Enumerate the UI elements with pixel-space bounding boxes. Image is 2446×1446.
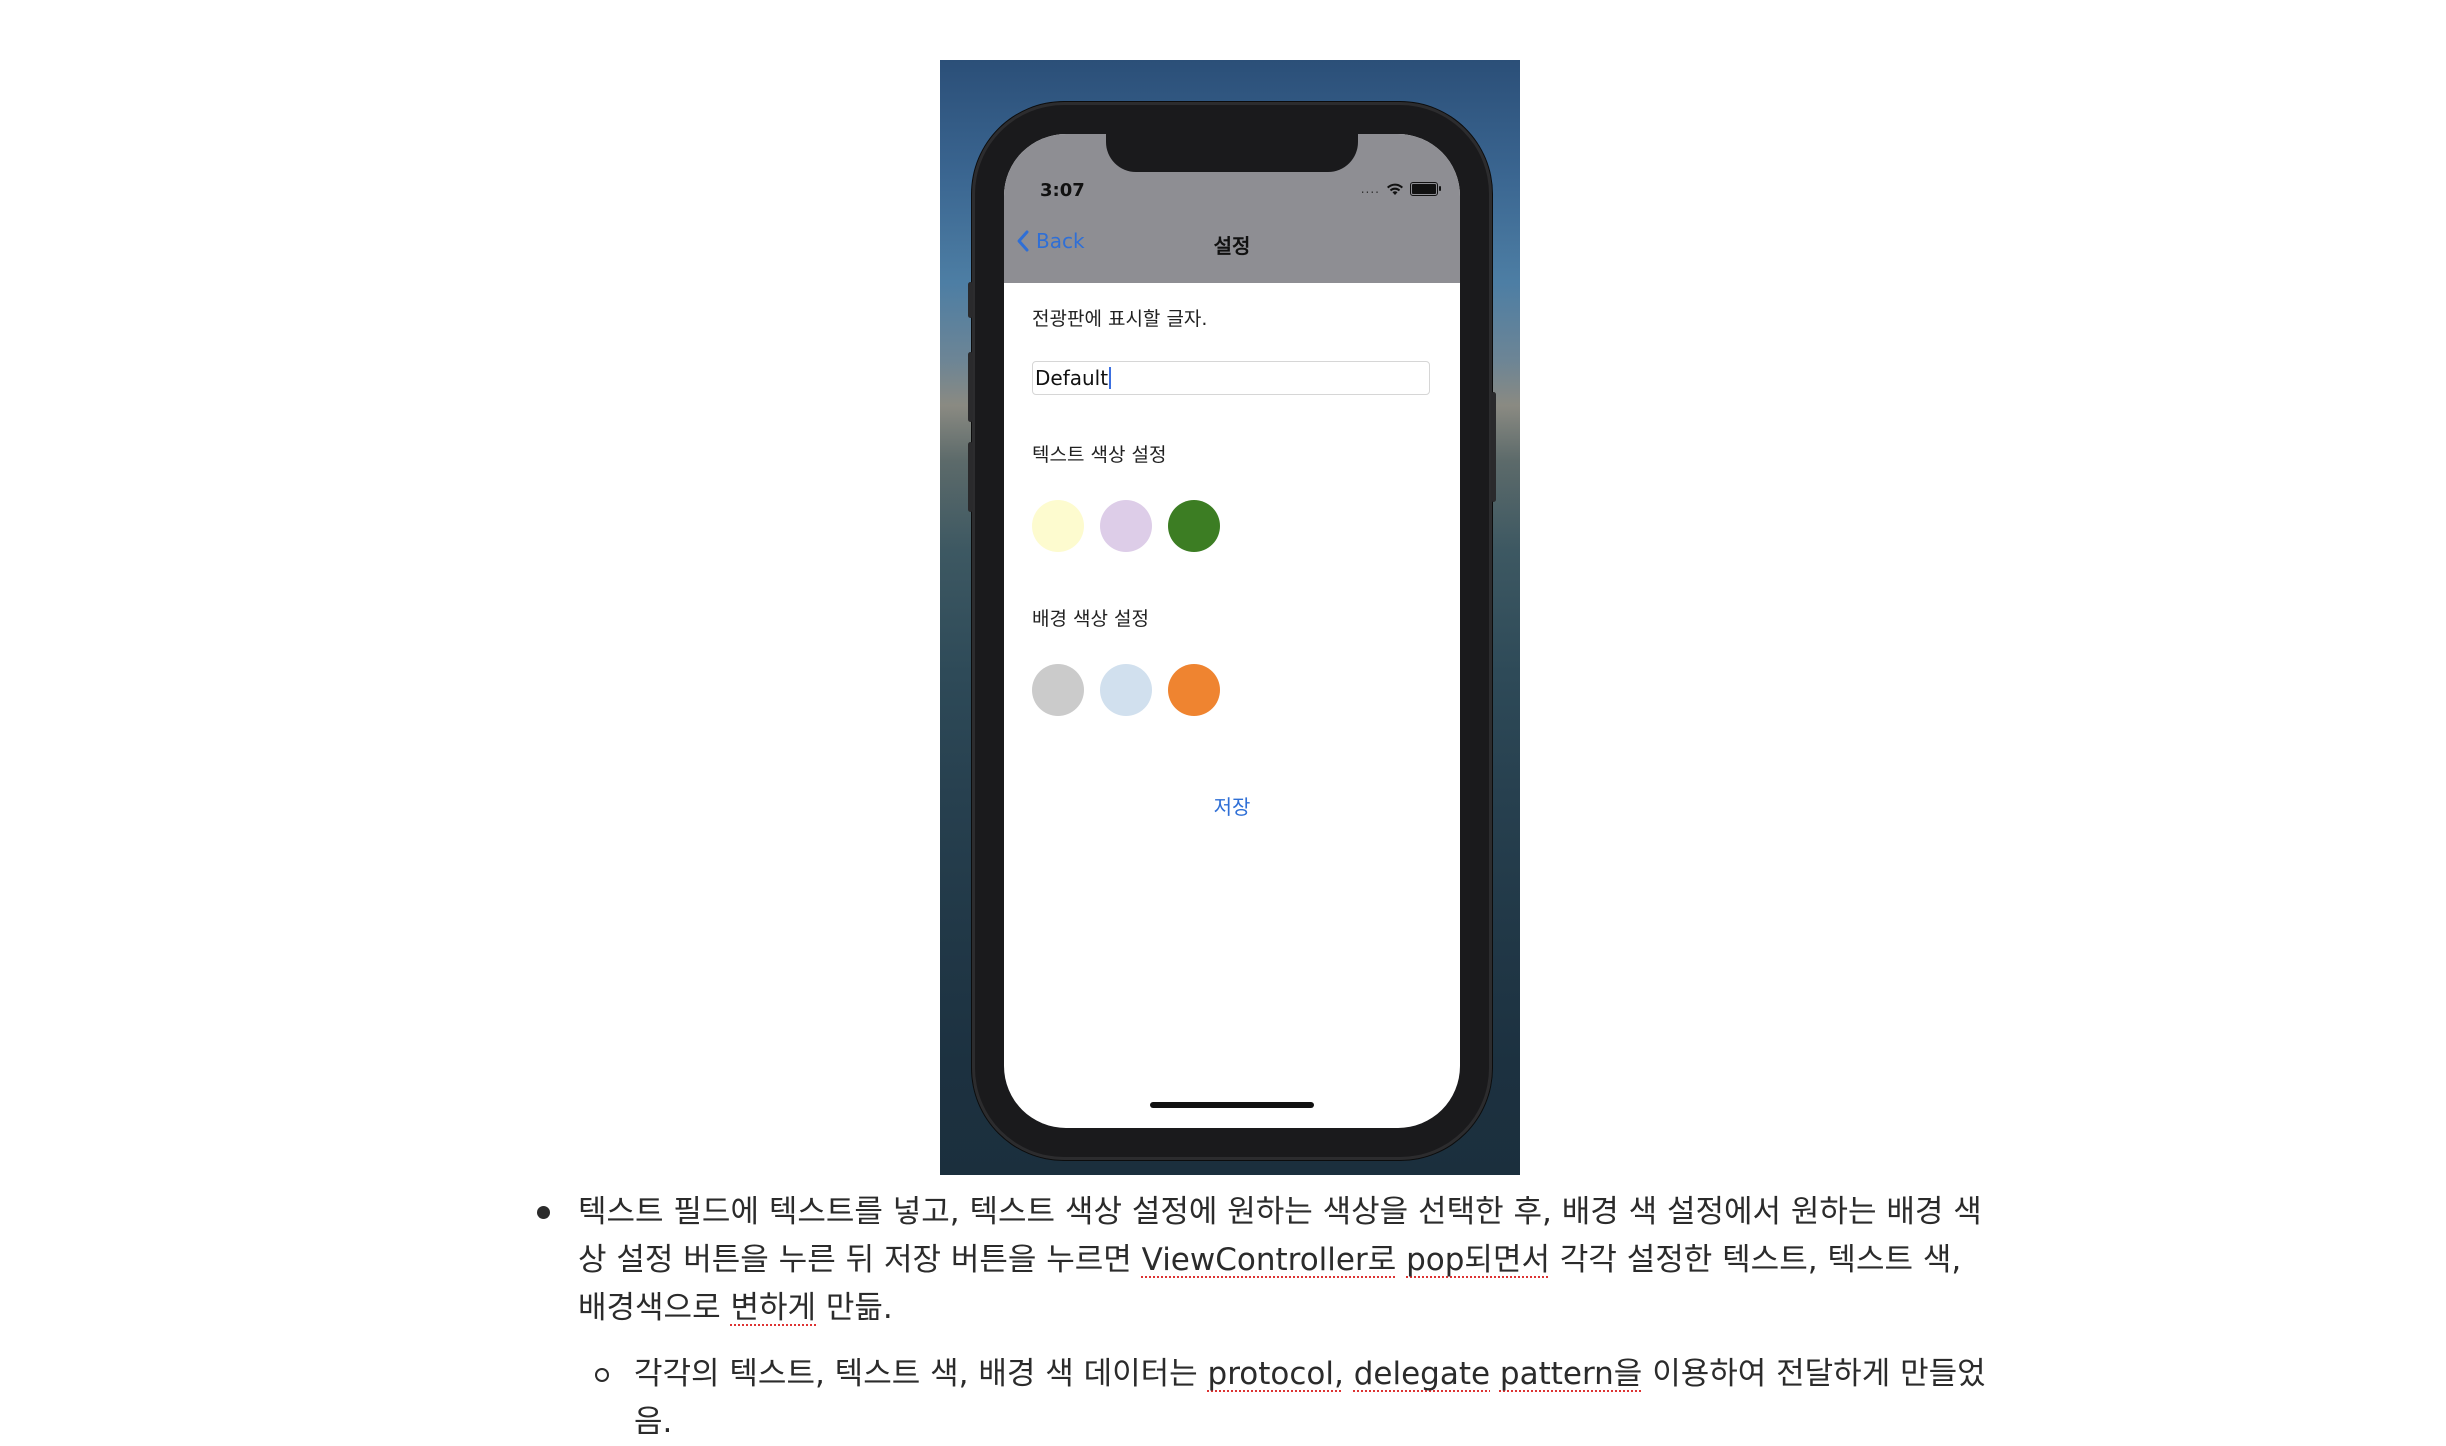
status-indicators: .... <box>1360 182 1441 196</box>
text-run <box>1490 1356 1500 1392</box>
text-run <box>1396 1242 1406 1278</box>
spellcheck-word: ViewController로 <box>1141 1242 1397 1278</box>
spellcheck-word: delegate <box>1353 1356 1491 1392</box>
bullet-dot-icon <box>537 1206 550 1219</box>
bullet2-line2: 음. <box>634 1404 673 1440</box>
cellular-icon: .... <box>1360 182 1380 196</box>
bg-color-orange-button[interactable] <box>1168 664 1220 716</box>
text-run: 만듦. <box>816 1290 893 1326</box>
text-run: 각각의 텍스트, 텍스트 색, 배경 색 데이터는 <box>634 1356 1208 1392</box>
power-button <box>1491 392 1496 502</box>
text-color-green-button[interactable] <box>1168 500 1220 552</box>
bullet1-line1: 텍스트 필드에 텍스트를 넣고, 텍스트 색상 설정에 원하는 색상을 선택한 … <box>578 1194 1982 1230</box>
bullet1-line3: 배경색으로 변하게 만듦. <box>578 1284 893 1332</box>
nav-title: 설정 <box>1213 234 1251 258</box>
spellcheck-word: 변하게 <box>730 1290 817 1326</box>
display-text-field[interactable]: Default <box>1032 361 1430 395</box>
text-run: 배경색으로 <box>578 1290 731 1326</box>
bullet1-line2: 상 설정 버튼을 누른 뒤 저장 버튼을 누르면 ViewController로… <box>578 1236 1961 1284</box>
spellcheck-word: protocol, <box>1207 1356 1344 1392</box>
volume-up-button <box>968 352 973 422</box>
volume-down-button <box>968 442 973 512</box>
iphone-frame: 3:07 .... Back 설정 전광판에 표시할 글자. Default 텍… <box>968 102 1496 1160</box>
text-run: 상 설정 버튼을 누른 뒤 저장 버튼을 누르면 <box>578 1242 1142 1278</box>
text-field-value: Default <box>1035 366 1109 390</box>
text-color-swatches <box>1032 500 1220 552</box>
bg-color-label: 배경 색상 설정 <box>1032 608 1149 630</box>
text-run <box>1344 1356 1354 1392</box>
text-color-purple-button[interactable] <box>1100 500 1152 552</box>
text-color-label: 텍스트 색상 설정 <box>1032 444 1167 466</box>
bullet-circle-icon <box>595 1368 609 1382</box>
mute-switch <box>968 282 973 318</box>
battery-icon <box>1410 182 1441 196</box>
text-run: 이용하여 전달하게 만들었 <box>1642 1356 1986 1392</box>
save-button[interactable]: 저장 <box>1004 791 1460 820</box>
display-text-label: 전광판에 표시할 글자. <box>1032 308 1208 330</box>
bg-color-lightblue-button[interactable] <box>1100 664 1152 716</box>
text-color-yellow-button[interactable] <box>1032 500 1084 552</box>
text-run: 각각 설정한 텍스트, 텍스트 색, <box>1550 1242 1962 1278</box>
phone-screen: 3:07 .... Back 설정 전광판에 표시할 글자. Default 텍… <box>1004 134 1460 1128</box>
status-time: 3:07 <box>1040 180 1085 201</box>
simulator-screenshot: 3:07 .... Back 설정 전광판에 표시할 글자. Default 텍… <box>940 60 1520 1175</box>
notch <box>1106 134 1358 172</box>
home-indicator <box>1150 1102 1314 1108</box>
bg-color-swatches <box>1032 664 1220 716</box>
bullet2-line1: 각각의 텍스트, 텍스트 색, 배경 색 데이터는 protocol, dele… <box>634 1350 1986 1398</box>
wifi-icon <box>1387 183 1403 195</box>
text-cursor <box>1109 367 1112 389</box>
bg-color-gray-button[interactable] <box>1032 664 1084 716</box>
spellcheck-word: pop되면서 <box>1406 1242 1550 1278</box>
spellcheck-word: pattern을 <box>1499 1356 1643 1392</box>
